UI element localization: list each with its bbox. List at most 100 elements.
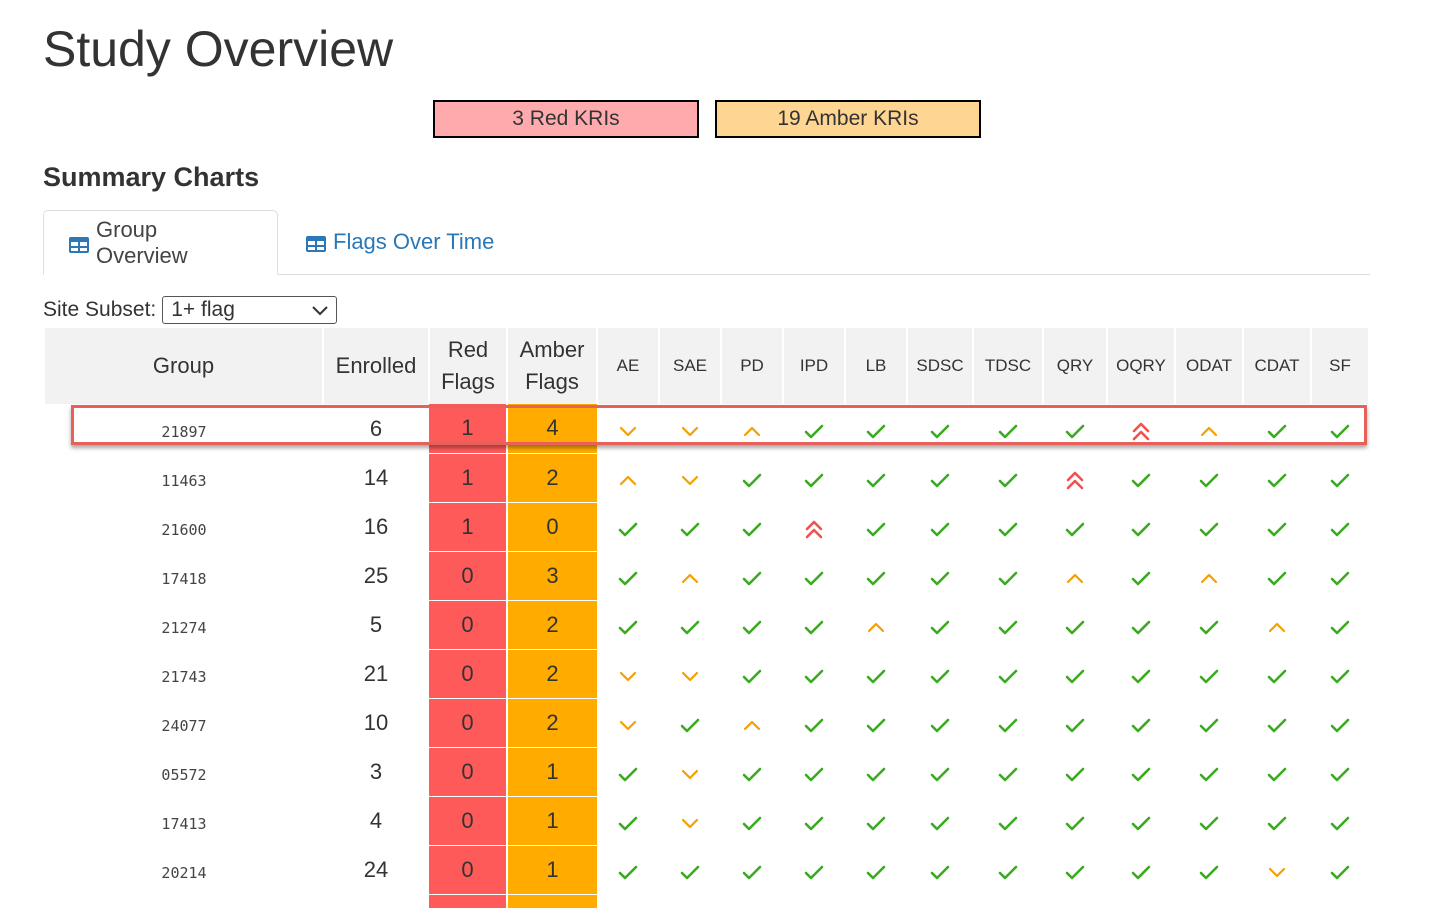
kri-status-cell[interactable] <box>1043 845 1107 894</box>
kri-status-cell[interactable] <box>1107 649 1175 698</box>
kri-status-cell[interactable] <box>597 894 659 908</box>
kri-status-cell[interactable] <box>783 845 845 894</box>
kri-status-cell[interactable] <box>783 551 845 600</box>
kri-status-cell[interactable] <box>1243 894 1311 908</box>
kri-status-cell[interactable] <box>1243 649 1311 698</box>
header-kri-ae[interactable]: AE <box>597 328 660 404</box>
header-kri-qry[interactable]: QRY <box>1043 328 1108 404</box>
kri-status-cell[interactable] <box>1243 551 1311 600</box>
kri-status-cell[interactable] <box>1175 845 1243 894</box>
kri-status-cell[interactable] <box>1107 600 1175 649</box>
kri-status-cell[interactable] <box>973 894 1043 908</box>
kri-status-cell[interactable] <box>597 404 659 453</box>
kri-status-cell[interactable] <box>845 502 907 551</box>
kri-status-cell[interactable] <box>1043 600 1107 649</box>
kri-status-cell[interactable] <box>1107 502 1175 551</box>
kri-status-cell[interactable] <box>907 502 973 551</box>
kri-status-cell[interactable] <box>597 502 659 551</box>
kri-status-cell[interactable] <box>1043 551 1107 600</box>
kri-status-cell[interactable] <box>783 453 845 502</box>
kri-status-cell[interactable] <box>1243 502 1311 551</box>
kri-status-cell[interactable] <box>1043 796 1107 845</box>
kri-status-cell[interactable] <box>1107 845 1175 894</box>
amber-kri-button[interactable]: 19 Amber KRIs <box>715 100 981 138</box>
kri-status-cell[interactable] <box>597 600 659 649</box>
kri-status-cell[interactable] <box>907 404 973 453</box>
kri-status-cell[interactable] <box>1311 502 1369 551</box>
header-kri-sae[interactable]: SAE <box>659 328 722 404</box>
kri-status-cell[interactable] <box>1311 845 1369 894</box>
kri-status-cell[interactable] <box>1175 747 1243 796</box>
table-row[interactable]: 25093301 <box>45 894 1369 908</box>
kri-status-cell[interactable] <box>1243 698 1311 747</box>
kri-status-cell[interactable] <box>1311 551 1369 600</box>
header-kri-pd[interactable]: PD <box>721 328 784 404</box>
kri-status-cell[interactable] <box>721 845 783 894</box>
kri-status-cell[interactable] <box>973 600 1043 649</box>
kri-status-cell[interactable] <box>659 747 721 796</box>
kri-status-cell[interactable] <box>1043 894 1107 908</box>
kri-status-cell[interactable] <box>721 453 783 502</box>
kri-status-cell[interactable] <box>597 845 659 894</box>
table-row[interactable]: 17413 4 0 1 <box>45 796 1369 846</box>
kri-status-cell[interactable] <box>1243 453 1311 502</box>
kri-status-cell[interactable] <box>1311 453 1369 502</box>
kri-status-cell[interactable] <box>1107 551 1175 600</box>
kri-status-cell[interactable] <box>973 649 1043 698</box>
header-kri-ipd[interactable]: IPD <box>783 328 846 404</box>
kri-status-cell[interactable] <box>1311 796 1369 845</box>
kri-status-cell[interactable] <box>1243 796 1311 845</box>
kri-status-cell[interactable] <box>907 845 973 894</box>
kri-status-cell[interactable] <box>1175 551 1243 600</box>
kri-status-cell[interactable] <box>659 894 721 908</box>
kri-status-cell[interactable] <box>1043 404 1107 453</box>
table-row[interactable]: 21600 16 1 0 <box>45 502 1369 552</box>
kri-status-cell[interactable] <box>783 698 845 747</box>
kri-status-cell[interactable] <box>1107 894 1175 908</box>
kri-status-cell[interactable] <box>721 502 783 551</box>
kri-status-cell[interactable] <box>659 649 721 698</box>
kri-status-cell[interactable] <box>597 796 659 845</box>
kri-status-cell[interactable] <box>1175 698 1243 747</box>
kri-status-cell[interactable] <box>907 698 973 747</box>
kri-status-cell[interactable] <box>721 698 783 747</box>
table-row[interactable]: 11463 14 1 2 <box>45 453 1369 503</box>
kri-status-cell[interactable] <box>659 551 721 600</box>
kri-status-cell[interactable] <box>1043 747 1107 796</box>
site-subset-select[interactable]: 1+ flag <box>162 296 338 324</box>
kri-status-cell[interactable] <box>845 796 907 845</box>
kri-status-cell[interactable] <box>1243 747 1311 796</box>
kri-status-cell[interactable] <box>783 502 845 551</box>
kri-status-cell[interactable] <box>1175 649 1243 698</box>
kri-status-cell[interactable] <box>659 698 721 747</box>
kri-status-cell[interactable] <box>1311 649 1369 698</box>
header-kri-sdsc[interactable]: SDSC <box>907 328 974 404</box>
header-kri-tdsc[interactable]: TDSC <box>973 328 1044 404</box>
kri-status-cell[interactable] <box>907 649 973 698</box>
kri-status-cell[interactable] <box>1243 404 1311 453</box>
kri-status-cell[interactable] <box>1107 698 1175 747</box>
kri-status-cell[interactable] <box>1311 698 1369 747</box>
kri-status-cell[interactable] <box>973 747 1043 796</box>
header-kri-oqry[interactable]: OQRY <box>1107 328 1176 404</box>
kri-status-cell[interactable] <box>1175 600 1243 649</box>
kri-status-cell[interactable] <box>973 551 1043 600</box>
kri-status-cell[interactable] <box>1175 894 1243 908</box>
kri-status-cell[interactable] <box>845 551 907 600</box>
kri-status-cell[interactable] <box>1043 698 1107 747</box>
kri-status-cell[interactable] <box>597 453 659 502</box>
tab-group-overview[interactable]: Group Overview <box>43 210 278 275</box>
tab-flags-over-time[interactable]: Flags Over Time <box>281 210 518 274</box>
kri-status-cell[interactable] <box>1311 404 1369 453</box>
kri-status-cell[interactable] <box>659 845 721 894</box>
kri-status-cell[interactable] <box>845 698 907 747</box>
kri-status-cell[interactable] <box>845 453 907 502</box>
kri-status-cell[interactable] <box>1175 502 1243 551</box>
kri-status-cell[interactable] <box>1043 453 1107 502</box>
kri-status-cell[interactable] <box>659 502 721 551</box>
kri-status-cell[interactable] <box>907 551 973 600</box>
kri-status-cell[interactable] <box>1043 502 1107 551</box>
kri-status-cell[interactable] <box>1243 600 1311 649</box>
kri-status-cell[interactable] <box>1311 894 1369 908</box>
kri-status-cell[interactable] <box>721 649 783 698</box>
